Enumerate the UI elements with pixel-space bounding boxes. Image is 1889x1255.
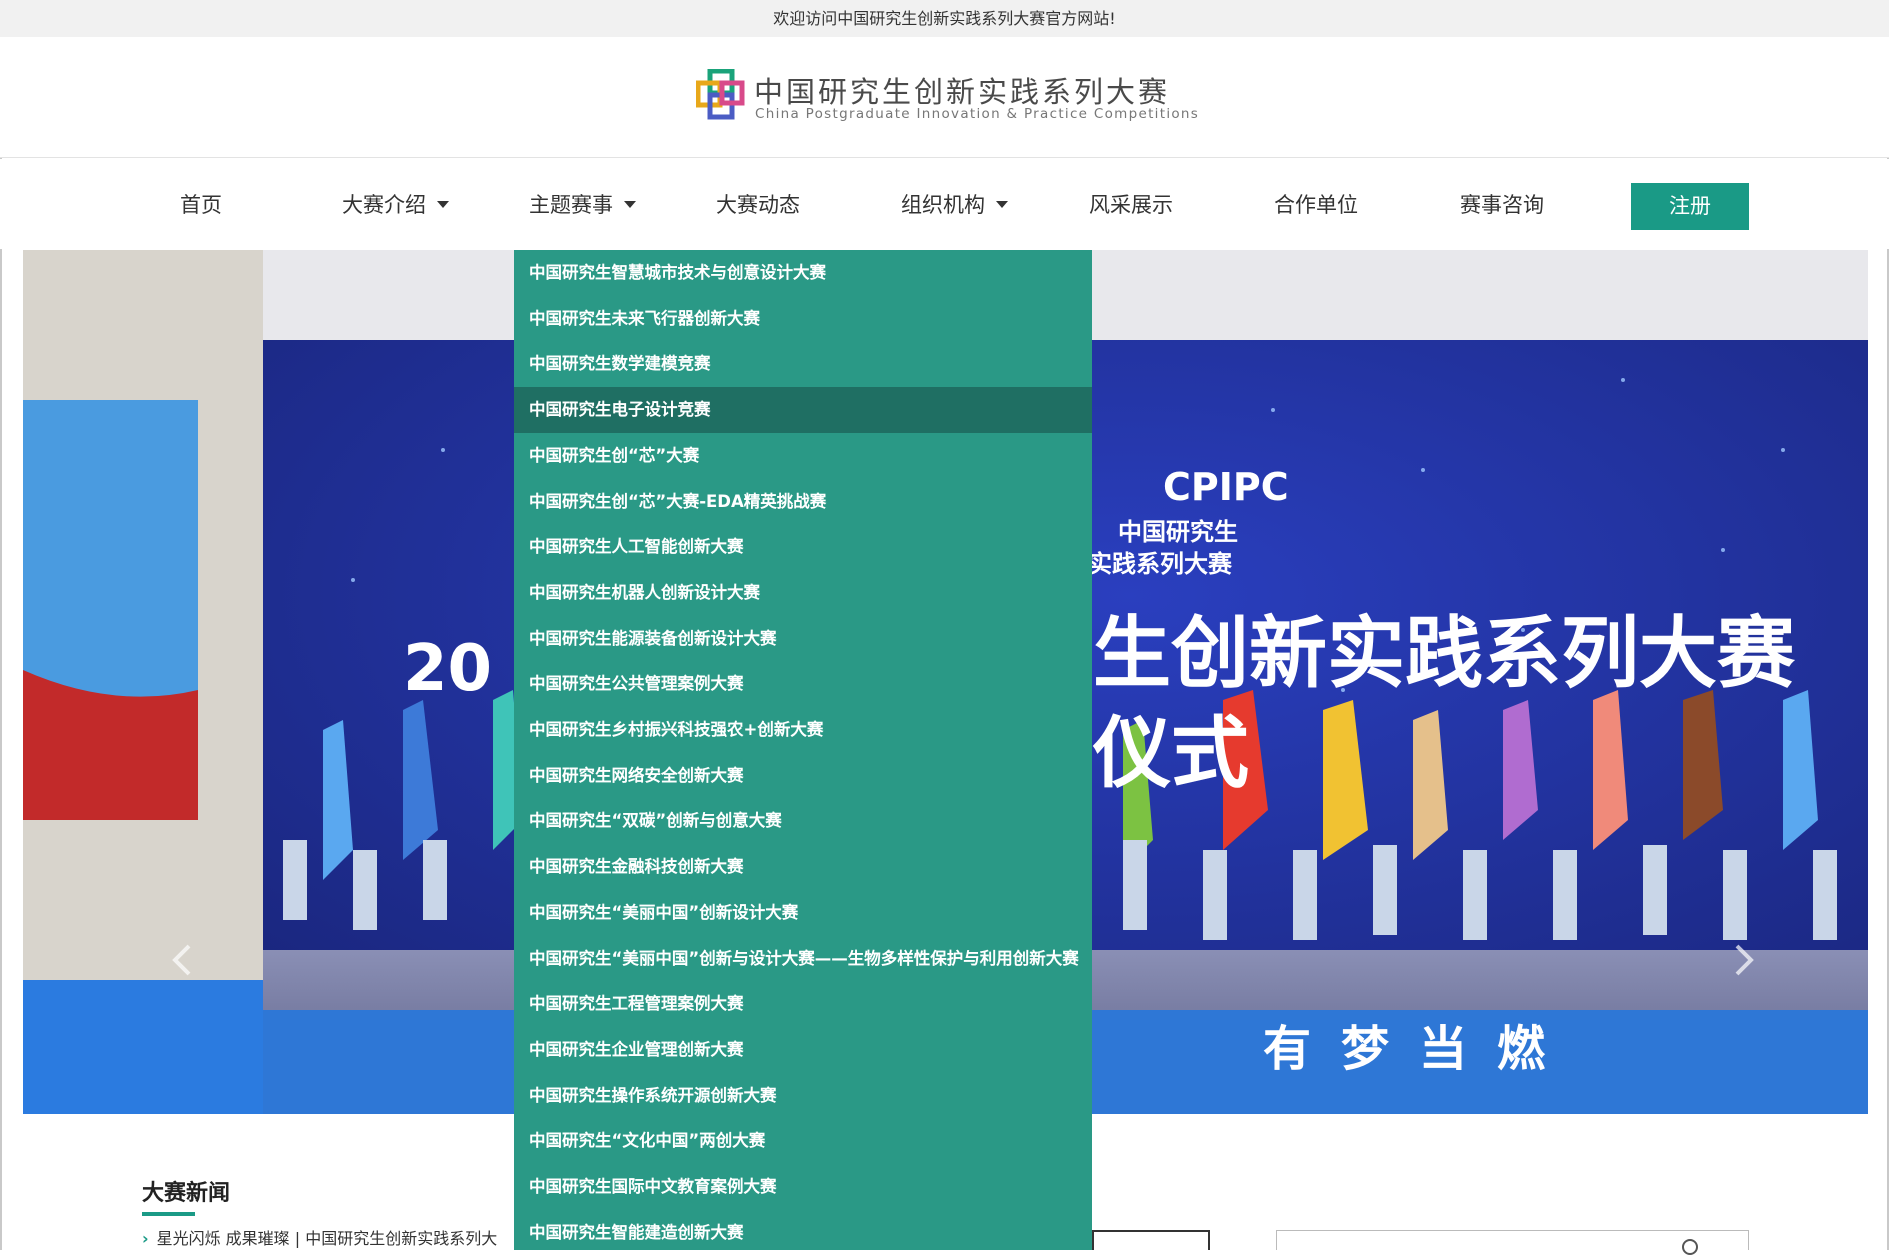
main-nav: 首页 大赛介绍 主题赛事 大赛动态 组织机构 风采展示 合作单位 赛事咨询 注册 (0, 159, 1889, 249)
dropdown-item[interactable]: 中国研究生公共管理案例大赛 (514, 661, 1092, 707)
nav-item-about[interactable]: 大赛介绍 (342, 187, 449, 223)
nav-item-news[interactable]: 大赛动态 (716, 187, 800, 223)
register-button[interactable]: 注册 (1631, 183, 1749, 230)
nav-item-competitions[interactable]: 主题赛事 (529, 187, 636, 223)
banner-prev-arrow-icon[interactable] (163, 940, 203, 980)
nav-item-label: 大赛介绍 (342, 193, 426, 217)
welcome-text: 欢迎访问中国研究生创新实践系列大赛官方网站! (773, 9, 1116, 28)
dropdown-item[interactable]: 中国研究生国际中文教育案例大赛 (514, 1164, 1092, 1210)
nav-item-showcase[interactable]: 风采展示 (1089, 187, 1173, 223)
dropdown-item[interactable]: 中国研究生人工智能创新大赛 (514, 524, 1092, 570)
dropdown-item[interactable]: 中国研究生工程管理案例大赛 (514, 981, 1092, 1027)
logo-mark-icon (696, 69, 745, 120)
dropdown-item[interactable]: 中国研究生操作系统开源创新大赛 (514, 1073, 1092, 1119)
dropdown-item[interactable]: 中国研究生数学建模竞赛 (514, 341, 1092, 387)
dropdown-item[interactable]: 中国研究生“双碳”创新与创意大赛 (514, 798, 1092, 844)
banner-year: 20 (403, 632, 492, 706)
news-section-title: 大赛新闻 (142, 1181, 231, 1206)
welcome-bar: 欢迎访问中国研究生创新实践系列大赛官方网站! (0, 0, 1889, 37)
dropdown-item[interactable]: 中国研究生“美丽中国”创新设计大赛 (514, 890, 1092, 936)
logo-title-en: China Postgraduate Innovation & Practice… (755, 106, 1200, 122)
dropdown-item[interactable]: 中国研究生未来飞行器创新大赛 (514, 296, 1092, 342)
banner-headline: 生创新实践系列大赛 (1093, 609, 1796, 699)
dropdown-item[interactable]: 中国研究生智慧城市技术与创意设计大赛 (514, 250, 1092, 296)
banner-next-arrow-icon[interactable] (1723, 940, 1763, 980)
dropdown-item[interactable]: 中国研究生能源装备创新设计大赛 (514, 616, 1092, 662)
dropdown-item[interactable]: 中国研究生“文化中国”两创大赛 (514, 1118, 1092, 1164)
nav-item-label: 赛事咨询 (1460, 193, 1544, 217)
banner-cpipc: CPIPC (1163, 465, 1289, 509)
banner-cn-line1: 中国研究生 (1118, 518, 1238, 546)
banner-cn-line2: 实践系列大赛 (1088, 550, 1233, 578)
nav-item-home[interactable]: 首页 (180, 187, 222, 223)
news-list-item[interactable]: › 星光闪烁 成果璀璨 | 中国研究生创新实践系列大 (142, 1225, 514, 1249)
dropdown-item[interactable]: 中国研究生乡村振兴科技强农+创新大赛 (514, 707, 1092, 753)
news-title-underline (142, 1212, 195, 1216)
dropdown-item[interactable]: 中国研究生企业管理创新大赛 (514, 1027, 1092, 1073)
dropdown-item[interactable]: 中国研究生创“芯”大赛 (514, 433, 1092, 479)
dropdown-item[interactable]: 中国研究生智能建造创新大赛 (514, 1210, 1092, 1250)
nav-item-label: 合作单位 (1274, 193, 1358, 217)
news-item-label: 星光闪烁 成果璀璨 | 中国研究生创新实践系列大 (156, 1229, 498, 1248)
banner-headline2: 仪式 (1092, 709, 1249, 799)
dropdown-item[interactable]: 中国研究生机器人创新设计大赛 (514, 570, 1092, 616)
nav-item-label: 首页 (180, 193, 222, 217)
competitions-dropdown: 中国研究生智慧城市技术与创意设计大赛 中国研究生未来飞行器创新大赛 中国研究生数… (514, 250, 1092, 1250)
dropdown-item[interactable]: 中国研究生网络安全创新大赛 (514, 753, 1092, 799)
chevron-right-icon: › (142, 1229, 149, 1248)
nav-item-consult[interactable]: 赛事咨询 (1460, 187, 1544, 223)
news-tab-box[interactable] (1092, 1230, 1210, 1250)
logo-title-cn: 中国研究生创新实践系列大赛 (754, 75, 1171, 109)
nav-item-label: 风采展示 (1089, 193, 1173, 217)
site-logo[interactable]: 中国研究生创新实践系列大赛 China Postgraduate Innovat… (696, 67, 1198, 131)
nav-item-label: 组织机构 (901, 193, 985, 217)
search-input[interactable] (1276, 1230, 1749, 1255)
nav-item-label: 主题赛事 (529, 193, 613, 217)
nav-item-organization[interactable]: 组织机构 (901, 187, 1008, 223)
nav-item-partners[interactable]: 合作单位 (1274, 187, 1358, 223)
dropdown-item[interactable]: 中国研究生“美丽中国”创新与设计大赛——生物多样性保护与利用创新大赛 (514, 936, 1092, 982)
site-header: 中国研究生创新实践系列大赛 China Postgraduate Innovat… (0, 37, 1889, 158)
banner-slogan: 有梦当燃 (1263, 1021, 1575, 1077)
caret-down-icon (437, 200, 449, 208)
dropdown-item[interactable]: 中国研究生创“芯”大赛-EDA精英挑战赛 (514, 479, 1092, 525)
nav-item-label: 大赛动态 (716, 193, 800, 217)
dropdown-item-active[interactable]: 中国研究生电子设计竞赛 (514, 387, 1092, 434)
caret-down-icon (996, 200, 1008, 208)
search-icon[interactable] (1682, 1239, 1698, 1255)
caret-down-icon (624, 200, 636, 208)
dropdown-item[interactable]: 中国研究生金融科技创新大赛 (514, 844, 1092, 890)
